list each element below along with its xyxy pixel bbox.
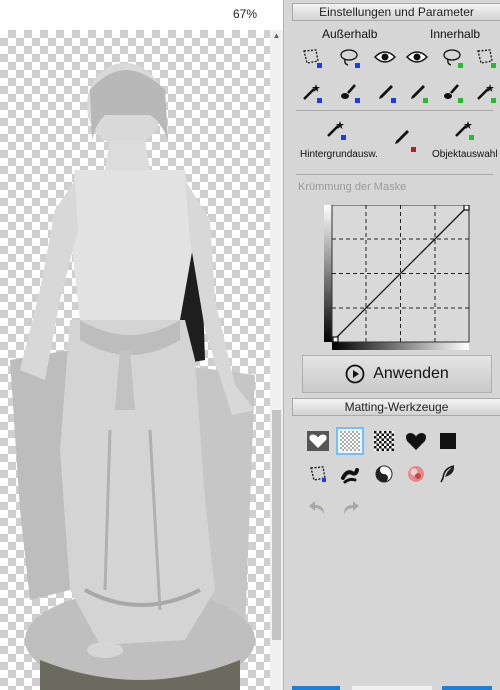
separator — [296, 110, 493, 111]
side-panel: Einstellungen und Parameter Außerhalb In… — [283, 0, 500, 690]
background-pencil-tool[interactable] — [388, 124, 416, 152]
color-correction-tool[interactable] — [404, 462, 428, 486]
separator — [296, 174, 493, 175]
yin-yang-icon — [375, 465, 393, 483]
apply-button[interactable]: Anwenden — [302, 355, 492, 393]
mask-filled-tool[interactable] — [404, 429, 428, 453]
black-background-tool[interactable] — [436, 429, 460, 453]
brush-inside-tool[interactable] — [439, 79, 465, 105]
curve-output-gradient — [324, 205, 332, 342]
smudge-icon — [341, 468, 359, 484]
statue-torso — [70, 170, 195, 320]
blend-tool[interactable] — [372, 462, 396, 486]
statue-image[interactable] — [0, 30, 270, 690]
checker-dark-icon — [374, 431, 394, 451]
feather-icon — [440, 465, 455, 483]
checker-dark-tool[interactable] — [372, 429, 396, 453]
undo-button[interactable] — [306, 495, 330, 519]
canvas-area[interactable]: 67% ▲ — [0, 0, 283, 690]
magic-wand-inside-tool[interactable] — [472, 79, 498, 105]
heart-outline-icon — [307, 431, 329, 451]
mask-curve-editor[interactable] — [324, 205, 474, 355]
redo-icon — [344, 501, 359, 514]
settings-panel-title: Einstellungen und Parameter — [292, 3, 500, 21]
apply-button-label: Anwenden — [373, 365, 449, 382]
lasso-freehand-outside-tool[interactable] — [336, 44, 362, 70]
lasso-polygon-outside-tool[interactable] — [298, 44, 324, 70]
curve-input-gradient — [332, 342, 469, 350]
show-inside-tool[interactable] — [404, 44, 430, 70]
pencil-icon — [395, 130, 409, 144]
matting-tools-title: Matting-Werkzeuge — [292, 398, 500, 416]
zoom-level: 67% — [233, 7, 258, 21]
bottom-strip — [292, 686, 492, 690]
checker-light-tool[interactable] — [336, 427, 364, 455]
lasso-matting-tool[interactable] — [306, 462, 330, 486]
lasso-polygon-icon — [310, 466, 326, 482]
undo-icon — [309, 501, 324, 514]
pencil-outside-tool[interactable] — [372, 79, 398, 105]
statue-column — [10, 350, 70, 600]
brush-outside-tool[interactable] — [336, 79, 362, 105]
inside-label: Innerhalb — [430, 27, 481, 41]
pencil-inside-tool[interactable] — [404, 79, 430, 105]
smudge-tool[interactable] — [338, 462, 362, 486]
play-icon — [345, 364, 365, 384]
curve-end-point[interactable] — [463, 205, 470, 211]
statue-neck — [105, 140, 150, 170]
magic-wand-outside-tool[interactable] — [298, 79, 324, 105]
lasso-freehand-inside-tool[interactable] — [439, 44, 465, 70]
mask-curve-title: Krümmung der Maske — [298, 181, 407, 193]
outside-label: Außerhalb — [322, 27, 378, 41]
heart-filled-icon — [406, 433, 426, 450]
show-outside-tool[interactable] — [372, 44, 398, 70]
eye-icon — [406, 51, 428, 63]
background-select-tool[interactable] — [322, 116, 348, 142]
statue-skirt — [60, 320, 215, 645]
curve-start-point[interactable] — [332, 336, 339, 343]
background-select-label: Hintergrundausw. — [300, 149, 378, 160]
checker-light-icon — [340, 431, 360, 451]
mask-outline-tool[interactable] — [306, 429, 330, 453]
vertical-scrollbar[interactable]: ▲ — [270, 30, 283, 690]
lasso-polygon-inside-tool[interactable] — [472, 44, 498, 70]
color-ball-icon — [408, 466, 424, 482]
eye-icon — [374, 51, 396, 63]
redo-button[interactable] — [338, 495, 362, 519]
object-select-tool[interactable] — [450, 116, 476, 142]
scrollbar-thumb[interactable] — [272, 410, 281, 640]
scroll-up-icon[interactable]: ▲ — [270, 30, 283, 42]
square-filled-icon — [440, 433, 456, 449]
feather-tool[interactable] — [436, 462, 460, 486]
statue-foot — [87, 642, 123, 658]
object-select-label: Objektauswahl — [432, 149, 498, 160]
